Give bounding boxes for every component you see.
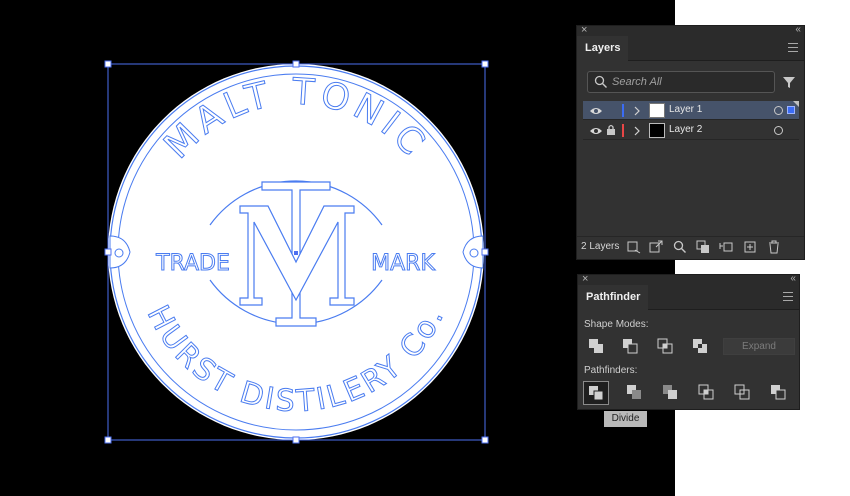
trade-text: TRADE <box>155 251 230 276</box>
handle-bottom-right[interactable] <box>481 436 489 444</box>
expand-button[interactable]: Expand <box>723 338 795 355</box>
export-icon[interactable] <box>649 240 663 254</box>
logo-artwork[interactable]: MALT TONIC HURST DISTILERY Co. TRADE MAR… <box>0 0 675 496</box>
new-layer-icon[interactable] <box>743 240 757 254</box>
layer-row-2[interactable]: Layer 2 <box>583 121 799 140</box>
clipping-mask-icon[interactable] <box>696 240 710 254</box>
unite-icon <box>589 339 603 353</box>
panel-titlebar[interactable]: × ‹‹ <box>577 23 804 37</box>
intersect-button[interactable] <box>654 335 676 357</box>
pathfinder-panel: × ‹‹ Pathfinder Shape Modes: Expand Path… <box>577 272 800 410</box>
exclude-button[interactable] <box>689 335 711 357</box>
new-sublayer-icon[interactable] <box>719 240 733 254</box>
layer-thumbnail <box>649 123 665 138</box>
layer-row-1[interactable]: Layer 1 <box>583 101 799 120</box>
layer-color-swatch <box>622 124 624 137</box>
selected-corner-marker <box>793 101 799 107</box>
crop-button[interactable] <box>695 381 717 403</box>
shape-modes-label: Shape Modes: <box>584 319 649 330</box>
handle-top-right[interactable] <box>481 60 489 68</box>
intersect-icon <box>657 338 673 354</box>
handle-middle-left[interactable] <box>104 248 112 256</box>
layer-thumbnail <box>649 103 665 118</box>
layers-tabstrip: Layers <box>577 36 804 61</box>
layers-panel: × ‹‹ Layers Layer 1 <box>576 23 805 260</box>
tab-pathfinder[interactable]: Pathfinder <box>578 285 649 310</box>
eye-icon[interactable] <box>589 106 603 116</box>
layers-footer: 2 Layers <box>577 236 804 259</box>
layer-name[interactable]: Layer 2 <box>669 123 702 137</box>
crop-icon <box>698 384 714 400</box>
eye-icon[interactable] <box>589 126 603 136</box>
trim-icon <box>627 385 641 399</box>
minus-front-icon <box>623 339 638 354</box>
layer-name[interactable]: Layer 1 <box>669 103 702 117</box>
close-icon[interactable]: × <box>582 272 588 286</box>
panel-menu-icon[interactable] <box>788 43 798 55</box>
search-input[interactable] <box>612 74 762 90</box>
artboard-canvas[interactable]: MALT TONIC HURST DISTILERY Co. TRADE MAR… <box>0 0 675 496</box>
trim-button[interactable] <box>623 381 645 403</box>
outline-icon <box>734 384 750 400</box>
pathfinders-label: Pathfinders: <box>584 365 638 376</box>
minus-front-button[interactable] <box>619 335 641 357</box>
minus-back-button[interactable] <box>767 381 789 403</box>
center-point <box>294 251 298 255</box>
selection-indicator-icon[interactable] <box>787 106 795 114</box>
handle-top-center[interactable] <box>292 60 300 68</box>
minus-back-icon <box>771 385 786 400</box>
divide-tooltip: Divide <box>604 411 647 427</box>
handle-top-left[interactable] <box>104 60 112 68</box>
handle-bottom-left[interactable] <box>104 436 112 444</box>
target-circle-icon[interactable] <box>774 106 783 115</box>
lock-icon[interactable] <box>606 124 616 136</box>
divide-icon <box>589 386 604 401</box>
tab-layers[interactable]: Layers <box>577 36 629 61</box>
chevron-right-icon[interactable] <box>633 106 641 116</box>
handle-bottom-center[interactable] <box>292 436 300 444</box>
panel-menu-icon[interactable] <box>783 292 793 304</box>
search-icon <box>594 75 607 88</box>
trash-icon[interactable] <box>767 240 781 254</box>
filter-icon[interactable] <box>782 75 796 89</box>
collapse-icon[interactable]: ‹‹ <box>790 272 796 286</box>
unite-button[interactable] <box>585 335 607 357</box>
collect-for-export-icon[interactable] <box>627 240 641 254</box>
exclude-icon <box>693 339 707 353</box>
layers-search-box[interactable] <box>587 71 775 93</box>
handle-middle-right[interactable] <box>481 248 489 256</box>
target-circle-icon[interactable] <box>774 126 783 135</box>
layer-color-swatch <box>622 104 624 117</box>
close-icon[interactable]: × <box>581 23 587 37</box>
panel-titlebar[interactable]: × ‹‹ <box>578 272 799 286</box>
merge-icon <box>663 385 677 399</box>
layer-count: 2 Layers <box>581 241 620 252</box>
mark-text: MARK <box>371 251 435 276</box>
collapse-icon[interactable]: ‹‹ <box>795 23 801 37</box>
chevron-right-icon[interactable] <box>633 126 641 136</box>
outline-button[interactable] <box>731 381 753 403</box>
divide-button[interactable] <box>583 381 609 405</box>
locate-object-icon[interactable] <box>673 240 687 254</box>
merge-button[interactable] <box>659 381 681 403</box>
pathfinder-tabstrip: Pathfinder <box>578 285 799 310</box>
